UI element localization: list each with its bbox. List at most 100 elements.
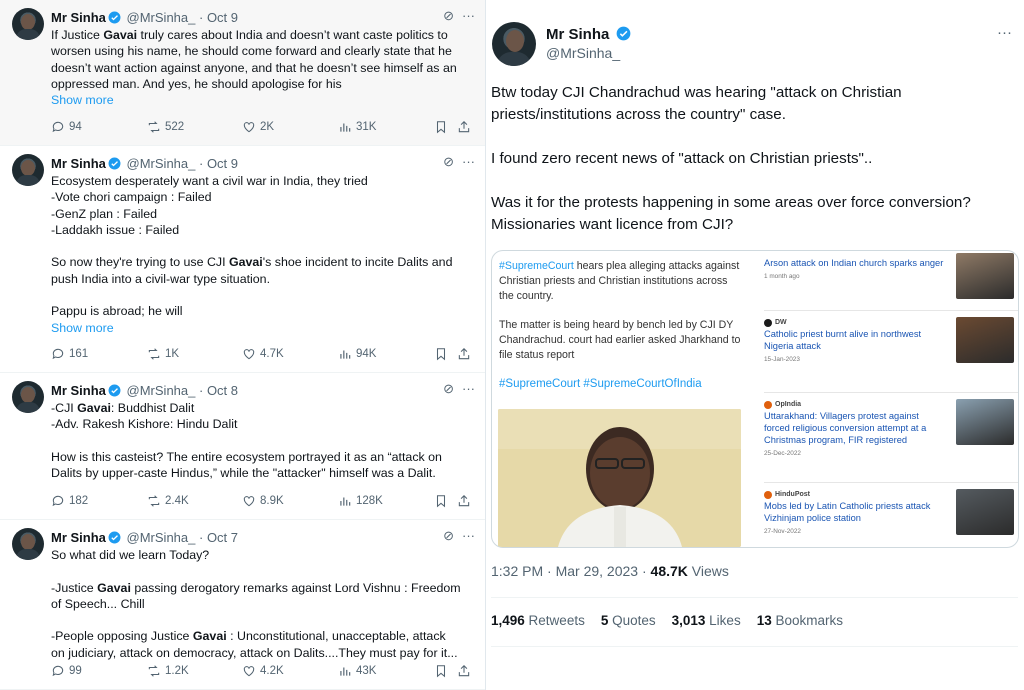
bookmarks-stat[interactable]: 13 Bookmarks [757,613,843,628]
author-name[interactable]: Mr Sinha [51,530,106,545]
share-button[interactable] [457,664,471,678]
tweet-line: -People opposing Justice Gavai : Unconst… [51,629,446,644]
author-name[interactable]: Mr Sinha [546,26,633,43]
more-options-icon[interactable]: ··· [997,24,1012,41]
share-button[interactable] [457,494,471,508]
bookmark-button[interactable] [434,347,448,361]
more-options-icon[interactable]: ··· [462,154,475,169]
views-button[interactable]: 43K [338,664,376,678]
tweet-line: How is this casteist? The entire ecosyst… [51,449,442,464]
tweet-text: So what did we learn Today? -Justice Gava… [51,547,471,661]
grok-icon[interactable]: ⊘ [443,154,454,169]
timeline-tweet[interactable]: Mr Sinha @MrSinha_ · Oct 9 ⊘ ··· Ecosystem … [0,146,485,373]
news-item: OpIndia Uttarakhand: Villagers protest ag… [764,399,1014,457]
news-date: 25-Dec-2022 [764,450,801,457]
verified-badge-icon [108,11,121,24]
retweets-stat[interactable]: 1,496 Retweets [491,613,585,628]
more-options-icon[interactable]: ··· [462,8,475,23]
header-icons: ⊘ ··· [435,528,475,544]
news-title: Uttarakhand: Villagers protest against f… [764,411,927,445]
tweet-header: Mr Sinha @MrSinha_ · Oct 8 [51,382,471,400]
retweet-button[interactable]: 2.4K [147,494,189,508]
tweet-line: So what did we learn Today? [51,548,210,562]
tweet-date[interactable]: · Oct 9 [199,156,238,171]
reply-button[interactable]: 161 [51,347,88,361]
reply-button[interactable]: 99 [51,664,82,678]
news-source-icon [764,318,772,327]
author-handle[interactable]: @MrSinha_ [127,530,196,545]
avatar[interactable] [12,154,44,186]
tweet-line: -CJI Gavai: Buddhist Dalit [51,401,195,415]
news-separator [764,482,1018,483]
tweet-header: Mr Sinha @MrSinha_ · Oct 9 [51,9,471,27]
grok-icon[interactable]: ⊘ [443,528,454,543]
avatar[interactable] [492,22,536,66]
like-button[interactable]: 4.2K [242,664,284,678]
like-button[interactable]: 4.7K [242,347,284,361]
like-button[interactable]: 8.9K [242,494,284,508]
views-button[interactable]: 31K [338,120,376,134]
tweet-line: -Laddakh issue : Failed [51,222,180,237]
header-icons: ⊘ ··· [435,154,475,170]
views-button[interactable]: 128K [338,494,383,508]
views-count: 48.7K [650,563,688,579]
retweet-button[interactable]: 522 [147,120,184,134]
bookmark-button[interactable] [434,120,448,134]
news-item: DW Catholic priest burnt alive in northwe… [764,317,1014,363]
news-title: Mobs led by Latin Catholic priests attac… [764,501,931,523]
news-item: HinduPost Mobs led by Latin Catholic prie… [764,489,1014,535]
tweet-line: So now they're trying to use CJI Gavai's… [51,255,453,270]
tweet-line [51,287,471,303]
tweet-paragraph: I found zero recent news of "attack on C… [491,150,873,167]
retweet-button[interactable]: 1K [147,347,179,361]
bookmark-button[interactable] [434,494,448,508]
likes-stat[interactable]: 3,013 Likes [672,613,741,628]
author-name[interactable]: Mr Sinha [51,10,106,25]
timeline-tweet[interactable]: Mr Sinha @MrSinha_ · Oct 8 ⊘ ··· -CJI Gavai… [0,373,485,520]
share-button[interactable] [457,120,471,134]
image-left-panel: #SupremeCourt hears plea alleging attack… [492,251,748,547]
grok-icon[interactable]: ⊘ [443,8,454,23]
views-button[interactable]: 94K [338,347,376,361]
avatar[interactable] [12,8,44,40]
timestamp[interactable]: 1:32 PM · Mar 29, 2023 · [491,563,651,579]
news-thumbnail [956,317,1014,363]
share-button[interactable] [457,347,471,361]
author-name[interactable]: Mr Sinha [51,156,106,171]
reply-button[interactable]: 182 [51,494,88,508]
tweet-line: oppressed man. And yes, he should apolog… [51,76,342,91]
like-button[interactable]: 2K [242,120,274,134]
verified-badge-icon [108,384,121,397]
timeline-tweet[interactable]: Mr Sinha @MrSinha_ · Oct 7 ⊘ ··· So what di… [0,520,485,690]
show-more-link[interactable]: Show more [51,92,471,108]
news-list: Arson attack on Indian church sparks ang… [756,251,1018,547]
author-handle[interactable]: @MrSinha_ [546,45,620,61]
hashtags: #SupremeCourt #SupremeCourtOfIndia [499,378,702,390]
author-handle[interactable]: @MrSinha_ [127,383,196,398]
news-title: Catholic priest burnt alive in northwest… [764,329,922,351]
reply-button[interactable]: 94 [51,120,82,134]
tweet-date[interactable]: · Oct 8 [199,383,238,398]
tweet-line: on judiciary, attack on democracy, attac… [51,645,458,660]
tweet-date[interactable]: · Oct 9 [199,10,238,25]
tweet-line: Ecosystem desperately want a civil war i… [51,174,368,188]
news-thumbnail [956,399,1014,445]
avatar[interactable] [12,381,44,413]
quotes-stat[interactable]: 5 Quotes [601,613,656,628]
timeline-tweet[interactable]: Mr Sinha @MrSinha_ · Oct 9 ⊘ ··· If Justice… [0,0,485,146]
attached-image[interactable]: #SupremeCourt hears plea alleging attack… [491,250,1019,548]
more-options-icon[interactable]: ··· [462,381,475,396]
more-options-icon[interactable]: ··· [462,528,475,543]
author-name[interactable]: Mr Sinha [51,383,106,398]
grok-icon[interactable]: ⊘ [443,381,454,396]
tweet-date[interactable]: · Oct 7 [199,530,238,545]
avatar[interactable] [12,528,44,560]
show-more-link[interactable]: Show more [51,320,471,336]
author-handle[interactable]: @MrSinha_ [127,156,196,171]
tweet-text: Btw today CJI Chandrachud was hearing "a… [491,82,1011,258]
retweet-button[interactable]: 1.2K [147,664,189,678]
tweet-text: Ecosystem desperately want a civil war i… [51,173,471,336]
bookmark-button[interactable] [434,664,448,678]
author-handle[interactable]: @MrSinha_ [127,10,196,25]
divider [491,646,1018,647]
